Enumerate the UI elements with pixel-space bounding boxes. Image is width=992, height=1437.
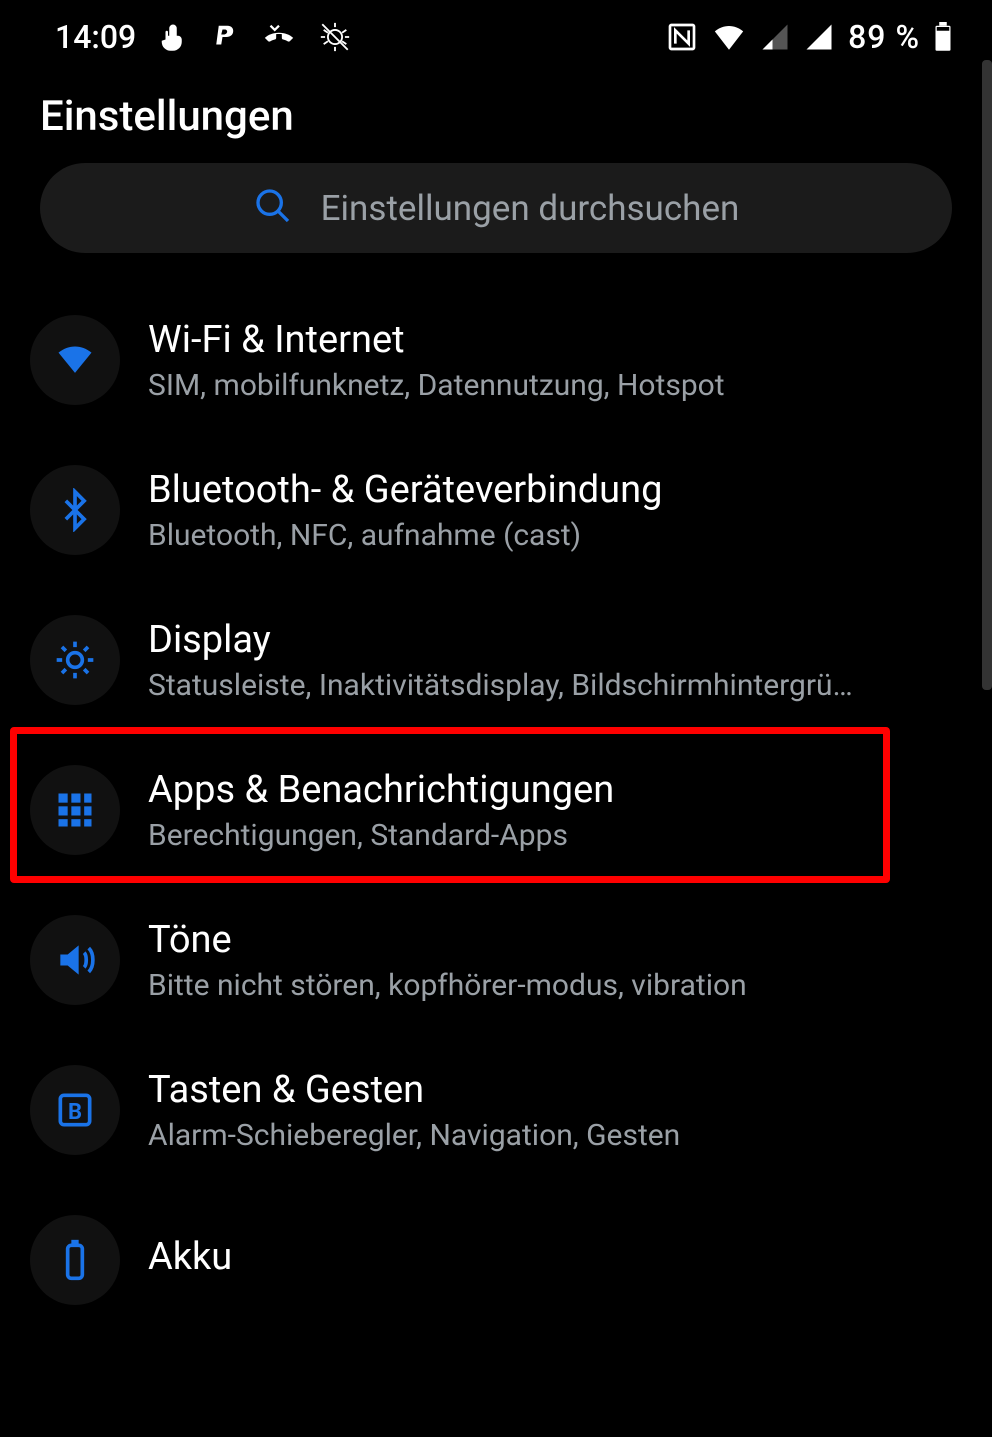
battery-percent: 89 %	[848, 18, 920, 56]
apps-grid-icon	[30, 765, 120, 855]
item-sub: Alarm-Schieberegler, Navigation, Gesten	[148, 1118, 952, 1153]
touch-icon	[158, 22, 188, 52]
item-title: Tasten & Gesten	[148, 1068, 952, 1112]
signal-1-icon	[760, 22, 790, 52]
item-title: Apps & Benachrichtigungen	[148, 768, 952, 812]
wifi-icon	[712, 20, 746, 54]
battery-icon	[934, 22, 952, 52]
wifi-internet-icon	[30, 315, 120, 405]
search-input[interactable]: Einstellungen durchsuchen	[40, 163, 952, 253]
settings-list: Wi-Fi & Internet SIM, mobilfunknetz, Dat…	[0, 285, 992, 1305]
item-title: Display	[148, 618, 952, 662]
status-bar: 14:09 89 %	[0, 0, 992, 64]
settings-item-bluetooth[interactable]: Bluetooth- & Geräteverbindung Bluetooth,…	[0, 435, 992, 585]
item-title: Bluetooth- & Geräteverbindung	[148, 468, 952, 512]
settings-item-battery[interactable]: Akku	[0, 1185, 992, 1305]
settings-item-wifi[interactable]: Wi-Fi & Internet SIM, mobilfunknetz, Dat…	[0, 285, 992, 435]
settings-item-sound[interactable]: Töne Bitte nicht stören, kopfhörer-modus…	[0, 885, 992, 1035]
scroll-indicator	[982, 60, 992, 690]
nfc-icon	[666, 21, 698, 53]
item-sub: SIM, mobilfunknetz, Datennutzung, Hotspo…	[148, 368, 952, 403]
clock: 14:09	[55, 18, 136, 56]
item-title: Wi-Fi & Internet	[148, 318, 952, 362]
display-brightness-icon	[30, 615, 120, 705]
search-placeholder: Einstellungen durchsuchen	[321, 188, 740, 229]
item-title: Akku	[148, 1235, 952, 1279]
item-sub: Statusleiste, Inaktivitätsdisplay, Bilds…	[148, 668, 952, 703]
item-sub: Bluetooth, NFC, aufnahme (cast)	[148, 518, 952, 553]
paypal-icon	[210, 22, 240, 52]
sound-icon	[30, 915, 120, 1005]
settings-item-buttons[interactable]: B Tasten & Gesten Alarm-Schieberegler, N…	[0, 1035, 992, 1185]
settings-item-display[interactable]: Display Statusleiste, Inaktivitätsdispla…	[0, 585, 992, 735]
item-title: Töne	[148, 918, 952, 962]
signal-2-icon	[804, 22, 834, 52]
missed-call-icon	[262, 20, 296, 54]
item-sub: Berechtigungen, Standard-Apps	[148, 818, 952, 853]
bug-icon	[318, 20, 352, 54]
status-right: 89 %	[666, 18, 952, 56]
search-icon	[253, 186, 293, 230]
status-left: 14:09	[55, 18, 352, 56]
page-title: Einstellungen	[0, 64, 992, 163]
buttons-gestures-icon: B	[30, 1065, 120, 1155]
settings-item-apps[interactable]: Apps & Benachrichtigungen Berechtigungen…	[0, 735, 992, 885]
bluetooth-icon	[30, 465, 120, 555]
svg-text:B: B	[68, 1100, 82, 1125]
battery-settings-icon	[30, 1215, 120, 1305]
item-sub: Bitte nicht stören, kopfhörer-modus, vib…	[148, 968, 952, 1003]
